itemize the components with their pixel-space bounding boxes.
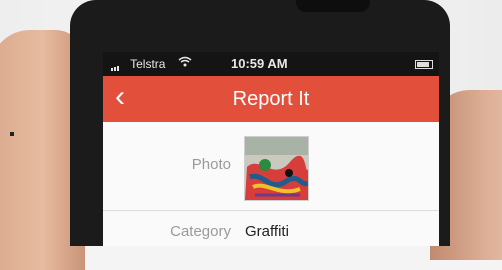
phone-notch: [296, 0, 370, 12]
carrier-name: Telstra: [130, 57, 166, 71]
category-row[interactable]: Category Graffiti: [103, 211, 439, 246]
category-label: Category: [170, 223, 231, 240]
photo-row[interactable]: Photo: [103, 122, 439, 211]
page-title: Report It: [232, 88, 310, 110]
photo-thumbnail[interactable]: [244, 136, 309, 201]
photo-label: Photo: [191, 156, 231, 173]
clock: 10:59 AM: [231, 56, 288, 71]
signal-icon: [111, 57, 127, 71]
dot: [10, 132, 14, 136]
wifi-icon: [178, 56, 192, 70]
battery-icon: [415, 60, 433, 69]
nav-bar: ‹ Report It: [103, 76, 439, 122]
status-bar: Telstra 10:59 AM: [103, 52, 439, 76]
carrier: Telstra: [111, 57, 165, 71]
screen: Telstra 10:59 AM ‹ Report It Photo Categ…: [103, 52, 439, 246]
category-value: Graffiti: [245, 223, 289, 240]
